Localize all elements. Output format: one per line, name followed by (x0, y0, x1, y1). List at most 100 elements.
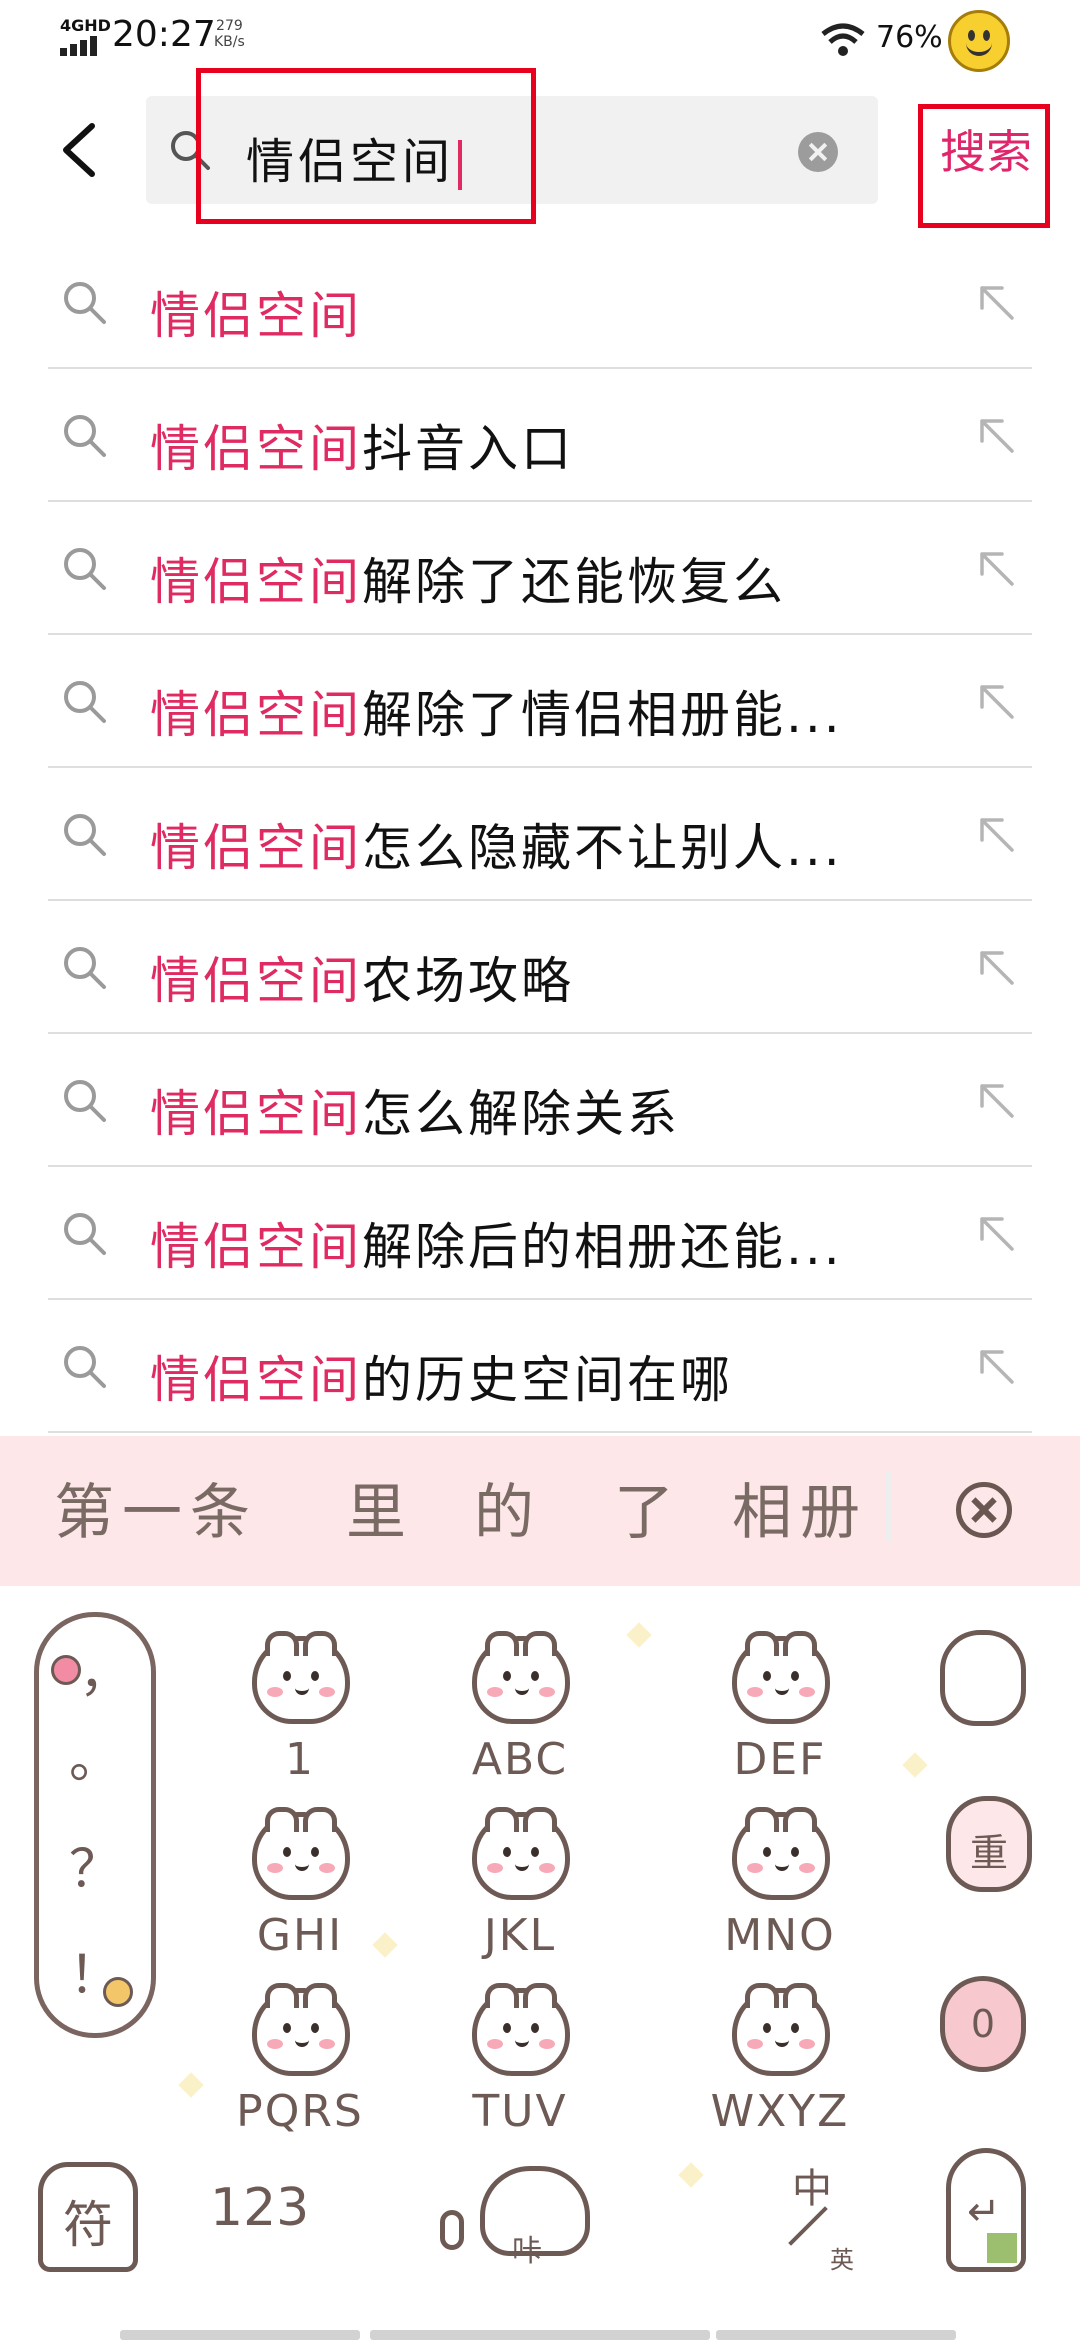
key-ghi[interactable]: GHI (210, 1807, 390, 1982)
suggestion-item[interactable]: 情侣空间解除了情侣相册能... (0, 635, 1080, 768)
symbol-key[interactable]: 符 (38, 2162, 138, 2272)
suggestion-text: 情侣空间解除了情侣相册能... (150, 675, 910, 747)
bear-icon (732, 1631, 830, 1724)
key-label: DEF (733, 1734, 827, 1785)
suggestion-rest: 怎么解除关系 (362, 1085, 680, 1143)
key-label: PQRS (236, 2086, 364, 2137)
key-tuv[interactable]: TUV (430, 1983, 610, 2158)
bear-icon (732, 1807, 830, 1900)
suggestion-highlight: 情侣空间 (150, 819, 362, 877)
network-speed: 279 KB/s (214, 18, 245, 50)
suggestion-list: 情侣空间 情侣空间抖音入口 情侣空间解除了还能恢复么 情侣空间解除了情侣相册能... 情… (0, 236, 1080, 1433)
suggestion-highlight: 情侣空间 (150, 686, 362, 744)
suggestion-text: 情侣空间 (150, 276, 910, 348)
status-bar: 4GHD 20:27 279 KB/s 76% (0, 0, 1080, 80)
fill-arrow-icon[interactable] (974, 1344, 1018, 1388)
key-abc[interactable]: ABC (430, 1631, 610, 1806)
suggestion-text: 情侣空间怎么解除关系 (150, 1074, 910, 1146)
language-switch-key[interactable]: 中 英 (780, 2156, 870, 2286)
suggestion-text: 情侣空间解除后的相册还能... (150, 1207, 910, 1279)
key-mno[interactable]: MNO (690, 1807, 870, 1982)
signal-icon (60, 34, 104, 56)
close-candidates-icon[interactable] (956, 1482, 1012, 1538)
suggestion-rest: 解除了情侣相册能... (362, 686, 843, 744)
search-icon (64, 415, 106, 457)
suggestion-item[interactable]: 情侣空间怎么隐藏不让别人... (0, 768, 1080, 901)
suggestion-text: 情侣空间农场攻略 (150, 941, 910, 1013)
cloud-border (0, 1546, 1080, 1584)
punct-question-key[interactable]: ？ (39, 1827, 151, 1902)
mic-icon (440, 2210, 464, 2250)
fill-arrow-icon[interactable] (974, 413, 1018, 457)
number-key[interactable]: 123 (210, 2178, 309, 2238)
search-icon (64, 681, 106, 723)
key-label: MNO (724, 1910, 836, 1961)
fill-arrow-icon[interactable] (974, 1211, 1018, 1255)
key-wxyz[interactable]: WXYZ (690, 1983, 870, 2158)
enter-key[interactable]: ↵ (946, 2148, 1026, 2272)
suggestion-rest: 抖音入口 (362, 420, 574, 478)
suggestion-text: 情侣空间抖音入口 (150, 409, 910, 481)
symbol-key-label: 符 (63, 2196, 113, 2254)
annotation-box-query (196, 68, 536, 224)
search-icon (64, 1080, 106, 1122)
bear-icon (472, 1983, 570, 2076)
search-icon (64, 814, 106, 856)
paw-icon (940, 1630, 1026, 1726)
suggestion-text: 情侣空间的历史空间在哪 (150, 1340, 910, 1412)
space-key[interactable]: 咔 (440, 2156, 600, 2276)
suggestion-item[interactable]: 情侣空间解除了还能恢复么 (0, 502, 1080, 635)
network-speed-unit: KB/s (214, 34, 245, 50)
suggestion-rest: 解除了还能恢复么 (362, 553, 786, 611)
sparkle-decoration (678, 2162, 704, 2188)
retype-key[interactable]: 重 (946, 1796, 1036, 1896)
fill-arrow-icon[interactable] (974, 1078, 1018, 1122)
bear-icon (252, 1983, 350, 2076)
candidate-item[interactable]: 里 (346, 1464, 414, 1551)
punct-period-key[interactable]: 。 (39, 1717, 151, 1792)
candidate-item[interactable]: 的 (474, 1464, 542, 1551)
side-key-label: 0 (970, 2002, 996, 2046)
suggestion-item[interactable]: 情侣空间的历史空间在哪 (0, 1300, 1080, 1433)
candidate-item[interactable]: 了 (614, 1464, 682, 1551)
fill-arrow-icon[interactable] (974, 546, 1018, 590)
suggestion-item[interactable]: 情侣空间 (0, 236, 1080, 369)
key-jkl[interactable]: JKL (430, 1807, 610, 1982)
fill-arrow-icon[interactable] (974, 679, 1018, 723)
nav-segment (120, 2330, 360, 2340)
suggestion-rest: 的历史空间在哪 (362, 1351, 733, 1409)
fill-arrow-icon[interactable] (974, 945, 1018, 989)
side-key-label: 重 (969, 1831, 1008, 1875)
keyboard: 第一条 里 的 了 相册 ， 。 ？ ！ 1 ABC DEF GHI JKL M… (0, 1436, 1080, 2340)
candidate-item[interactable]: 第一条 (54, 1464, 258, 1551)
suggestion-highlight: 情侣空间 (150, 1218, 362, 1276)
clear-button[interactable] (798, 132, 838, 172)
punct-exclaim-key[interactable]: ！ (39, 1933, 151, 2008)
key-label: GHI (256, 1910, 344, 1961)
fill-arrow-icon[interactable] (974, 280, 1018, 324)
suggestion-highlight: 情侣空间 (150, 553, 362, 611)
key-label: ABC (471, 1734, 569, 1785)
search-icon (64, 1213, 106, 1255)
key-1[interactable]: 1 (210, 1631, 390, 1806)
key-pqrs[interactable]: PQRS (210, 1983, 390, 2158)
suggestion-item[interactable]: 情侣空间农场攻略 (0, 901, 1080, 1034)
suggestion-item[interactable]: 情侣空间抖音入口 (0, 369, 1080, 502)
suggestion-item[interactable]: 情侣空间解除后的相册还能... (0, 1167, 1080, 1300)
punct-comma-key[interactable]: ， (49, 1631, 161, 1706)
back-button[interactable] (52, 118, 112, 182)
search-icon (64, 282, 106, 324)
search-icon (64, 548, 106, 590)
zero-key[interactable]: 0 (940, 1976, 1030, 2076)
sparkle-decoration (626, 1622, 652, 1648)
suggestion-highlight: 情侣空间 (150, 1085, 362, 1143)
search-icon (64, 947, 106, 989)
backspace-key[interactable] (940, 1630, 1030, 1730)
smiley-icon (948, 10, 1010, 72)
sparkle-decoration (178, 2072, 204, 2098)
suggestion-item[interactable]: 情侣空间怎么解除关系 (0, 1034, 1080, 1167)
network-type: 4GHD (60, 16, 111, 35)
candidate-item[interactable]: 相册 (732, 1464, 868, 1551)
fill-arrow-icon[interactable] (974, 812, 1018, 856)
key-def[interactable]: DEF (690, 1631, 870, 1806)
